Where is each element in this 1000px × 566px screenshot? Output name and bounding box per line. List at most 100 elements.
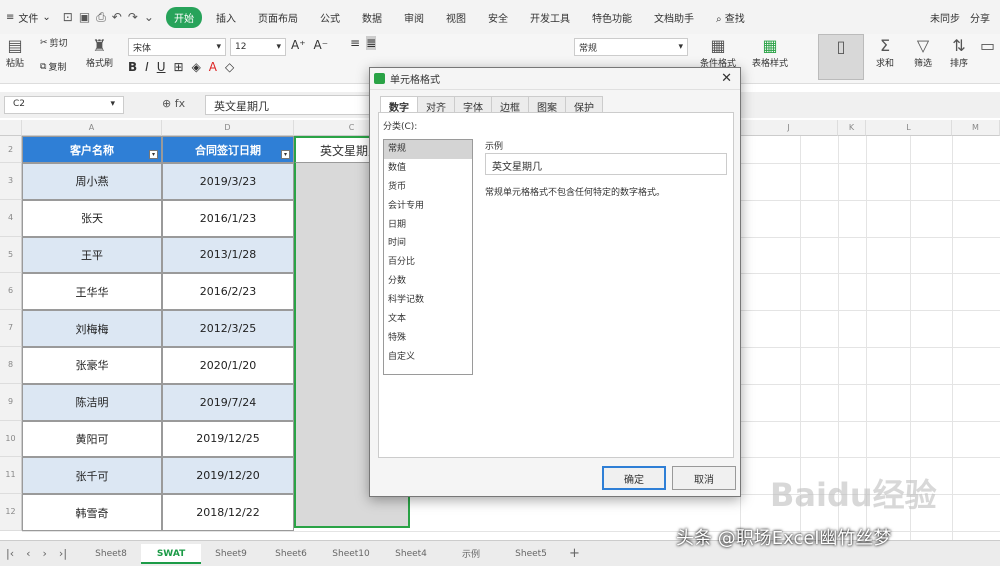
underline-icon[interactable]: U: [157, 60, 166, 74]
column-header-k[interactable]: K: [838, 120, 866, 136]
cell-contract-date[interactable]: 2020/1/20: [162, 347, 294, 384]
cell-contract-date[interactable]: 2012/3/25: [162, 310, 294, 347]
undo-icon[interactable]: ↶: [112, 10, 122, 25]
cell-contract-date[interactable]: 2019/3/23: [162, 163, 294, 200]
file-menu[interactable]: ≡ 文件 ⌄: [6, 10, 51, 25]
last-sheet-icon[interactable]: ›|: [59, 547, 67, 560]
formula-input[interactable]: 英文星期几: [205, 95, 370, 115]
column-header-d[interactable]: D: [162, 120, 294, 136]
tab-formulas[interactable]: 公式: [312, 7, 348, 28]
column-header-l[interactable]: L: [866, 120, 952, 136]
fx-icon[interactable]: ⊕ fx: [162, 97, 185, 110]
tab-insert[interactable]: 插入: [208, 7, 244, 28]
sheet-tab[interactable]: Sheet10: [321, 549, 381, 559]
filter-dropdown-icon[interactable]: ▾: [281, 150, 290, 159]
tab-security[interactable]: 安全: [480, 7, 516, 28]
filter-button[interactable]: ▽ 筛选: [914, 36, 932, 69]
tab-page-layout[interactable]: 页面布局: [250, 7, 306, 28]
print-icon[interactable]: ⎙: [96, 10, 106, 25]
copy-button[interactable]: ⧉ 复制: [40, 60, 66, 74]
select-all-corner[interactable]: [0, 120, 22, 136]
category-list[interactable]: 常规 数值 货币 会计专用 日期 时间 百分比 分数 科学记数 文本 特殊 自定义: [383, 139, 473, 375]
paste-button[interactable]: ▤ 粘贴: [6, 36, 24, 69]
save-icon[interactable]: ▣: [79, 10, 90, 25]
row-header[interactable]: 9: [0, 383, 22, 421]
cell-contract-date[interactable]: 2016/2/23: [162, 273, 294, 311]
cell-customer-name[interactable]: 周小燕: [22, 163, 162, 200]
sort-button[interactable]: ⇅ 排序: [950, 36, 968, 69]
chevron-down-icon[interactable]: ⌄: [144, 10, 154, 25]
align-middle-icon[interactable]: ≣: [366, 36, 377, 50]
category-item[interactable]: 分数: [384, 272, 472, 291]
row-header[interactable]: 6: [0, 273, 22, 311]
search-button[interactable]: ⌕ 查找: [708, 7, 753, 28]
column-header-m[interactable]: M: [952, 120, 1000, 136]
sync-status[interactable]: 未同步: [930, 10, 960, 25]
row-header[interactable]: 7: [0, 310, 22, 347]
sheet-tab[interactable]: 示例: [441, 547, 501, 560]
number-format-select[interactable]: 常规 ▾: [574, 38, 688, 56]
font-name-select[interactable]: 宋体 ▾: [128, 38, 226, 56]
cell-customer-name[interactable]: 张天: [22, 199, 162, 237]
row-header[interactable]: 12: [0, 494, 22, 531]
sheet-tab[interactable]: Sheet5: [501, 549, 561, 559]
tab-review[interactable]: 审阅: [396, 7, 432, 28]
row-header[interactable]: 2: [0, 136, 22, 163]
category-item[interactable]: 日期: [384, 216, 472, 235]
font-size-select[interactable]: 12 ▾: [230, 38, 286, 56]
fill-color-icon[interactable]: ◈: [192, 60, 201, 74]
close-icon[interactable]: ✕: [721, 71, 732, 86]
cell-customer-name[interactable]: 张千可: [22, 457, 162, 495]
dialog-titlebar[interactable]: 单元格格式: [370, 68, 740, 90]
header-customer-name[interactable]: 客户名称 ▾: [22, 136, 162, 163]
table-style-button[interactable]: ▦ 表格样式: [752, 36, 788, 69]
open-icon[interactable]: ⊡: [63, 10, 73, 25]
cell-contract-date[interactable]: 2019/7/24: [162, 383, 294, 421]
bold-icon[interactable]: B: [128, 60, 137, 74]
sheet-tab[interactable]: Sheet4: [381, 549, 441, 559]
cell-customer-name[interactable]: 刘梅梅: [22, 310, 162, 347]
sum-button[interactable]: Σ 求和: [876, 36, 894, 69]
cell-contract-date[interactable]: 2016/1/23: [162, 199, 294, 237]
category-item[interactable]: 文本: [384, 310, 472, 329]
cell-customer-name[interactable]: 王平: [22, 236, 162, 274]
sheet-tab-active[interactable]: SWAT: [141, 543, 202, 564]
sheet-tab[interactable]: Sheet9: [201, 549, 261, 559]
cell-contract-date[interactable]: 2019/12/20: [162, 457, 294, 495]
cancel-button[interactable]: 取消: [672, 466, 736, 490]
format-painter-button[interactable]: ♜ 格式刷: [86, 36, 113, 69]
tab-developer[interactable]: 开发工具: [522, 7, 578, 28]
category-item[interactable]: 特殊: [384, 329, 472, 348]
tab-view[interactable]: 视图: [438, 7, 474, 28]
doc-assistant-button[interactable]: ▯: [818, 34, 864, 80]
align-top-icon[interactable]: ≡: [350, 36, 360, 50]
category-item[interactable]: 货币: [384, 178, 472, 197]
category-item[interactable]: 常规: [384, 140, 472, 159]
cell-customer-name[interactable]: 韩雪奇: [22, 494, 162, 531]
row-header[interactable]: 10: [0, 420, 22, 458]
header-contract-date[interactable]: 合同签订日期 ▾: [162, 136, 294, 163]
category-item[interactable]: 百分比: [384, 253, 472, 272]
cell-customer-name[interactable]: 陈洁明: [22, 383, 162, 421]
conditional-format-button[interactable]: ▦ 条件格式: [700, 36, 736, 69]
row-header[interactable]: 4: [0, 199, 22, 237]
column-header-j[interactable]: J: [740, 120, 838, 136]
category-item[interactable]: 会计专用: [384, 197, 472, 216]
cell-customer-name[interactable]: 张豪华: [22, 347, 162, 384]
cell-customer-name[interactable]: 王华华: [22, 273, 162, 311]
cell-contract-date[interactable]: 2018/12/22: [162, 494, 294, 531]
column-header-a[interactable]: A: [22, 120, 162, 136]
ok-button[interactable]: 确定: [602, 466, 666, 490]
cell-contract-date[interactable]: 2019/12/25: [162, 420, 294, 458]
tab-assistant[interactable]: 文档助手: [646, 7, 702, 28]
increase-font-icon[interactable]: A⁺: [291, 38, 306, 52]
share-button[interactable]: 分享: [970, 10, 990, 25]
tab-features[interactable]: 特色功能: [584, 7, 640, 28]
italic-icon[interactable]: I: [145, 60, 149, 74]
border-icon[interactable]: ⊞: [174, 60, 184, 74]
category-item[interactable]: 数值: [384, 159, 472, 178]
row-header[interactable]: 3: [0, 163, 22, 200]
add-sheet-icon[interactable]: +: [569, 546, 580, 561]
next-sheet-icon[interactable]: ›: [43, 547, 47, 560]
tab-home[interactable]: 开始: [165, 6, 202, 28]
